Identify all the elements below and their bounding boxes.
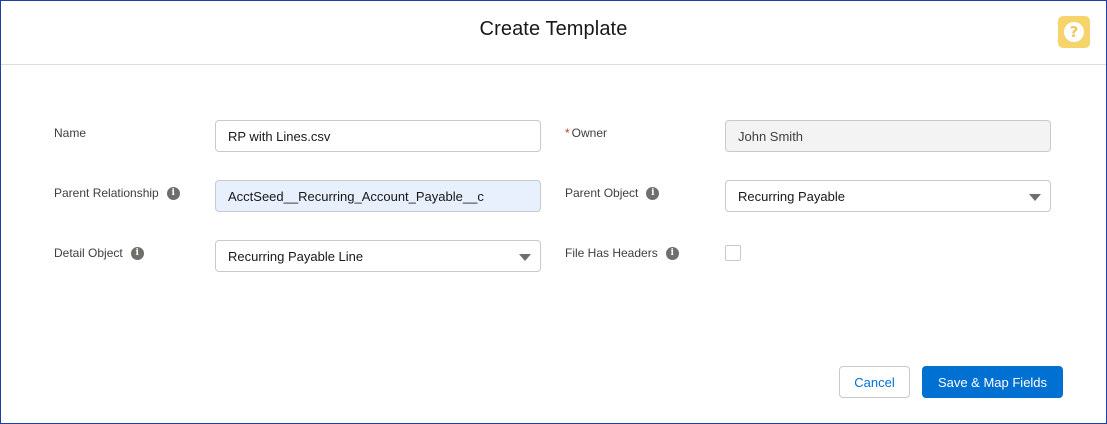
detail-object-value: Recurring Payable Line (228, 248, 364, 264)
name-input[interactable]: RP with Lines.csv (215, 120, 541, 152)
detail-object-select[interactable]: Recurring Payable Line (215, 240, 541, 272)
create-template-modal: Create Template ? Name RP with Lines.csv… (0, 0, 1107, 424)
file-has-headers-checkbox[interactable] (725, 245, 741, 261)
chevron-down-icon (519, 254, 531, 261)
parent-relationship-input[interactable]: AcctSeed__Recurring_Account_Payable__c (215, 180, 541, 212)
name-label-text: Name (54, 126, 87, 140)
owner-label: * Owner (565, 125, 607, 141)
owner-field: John Smith (725, 120, 1051, 152)
chevron-down-icon (1029, 194, 1041, 201)
help-button[interactable]: ? (1058, 16, 1090, 48)
parent-object-label: Parent Object i (565, 185, 660, 201)
required-mark: * (565, 126, 570, 140)
owner-label-text: Owner (571, 126, 608, 140)
name-label: Name (54, 125, 86, 141)
save-map-fields-button[interactable]: Save & Map Fields (922, 366, 1063, 398)
modal-title: Create Template (479, 18, 628, 40)
info-icon[interactable]: i (166, 186, 180, 200)
detail-object-label-text: Detail Object (54, 246, 123, 260)
info-icon[interactable]: i (646, 186, 660, 200)
parent-object-label-text: Parent Object (565, 186, 639, 200)
help-icon: ? (1064, 22, 1084, 42)
file-has-headers-label-text: File Has Headers (565, 246, 658, 260)
owner-value: John Smith (738, 128, 804, 144)
cancel-button[interactable]: Cancel (839, 366, 910, 398)
parent-relationship-value: AcctSeed__Recurring_Account_Payable__c (228, 188, 484, 204)
name-input-value: RP with Lines.csv (228, 128, 331, 144)
parent-object-select[interactable]: Recurring Payable (725, 180, 1051, 212)
parent-relationship-label-text: Parent Relationship (54, 186, 159, 200)
detail-object-label: Detail Object i (54, 245, 144, 261)
modal-header: Create Template ? (1, 1, 1106, 65)
parent-relationship-label: Parent Relationship i (54, 185, 180, 201)
parent-object-value: Recurring Payable (738, 188, 845, 204)
file-has-headers-label: File Has Headers i (565, 245, 679, 261)
info-icon[interactable]: i (665, 246, 679, 260)
info-icon[interactable]: i (130, 246, 144, 260)
